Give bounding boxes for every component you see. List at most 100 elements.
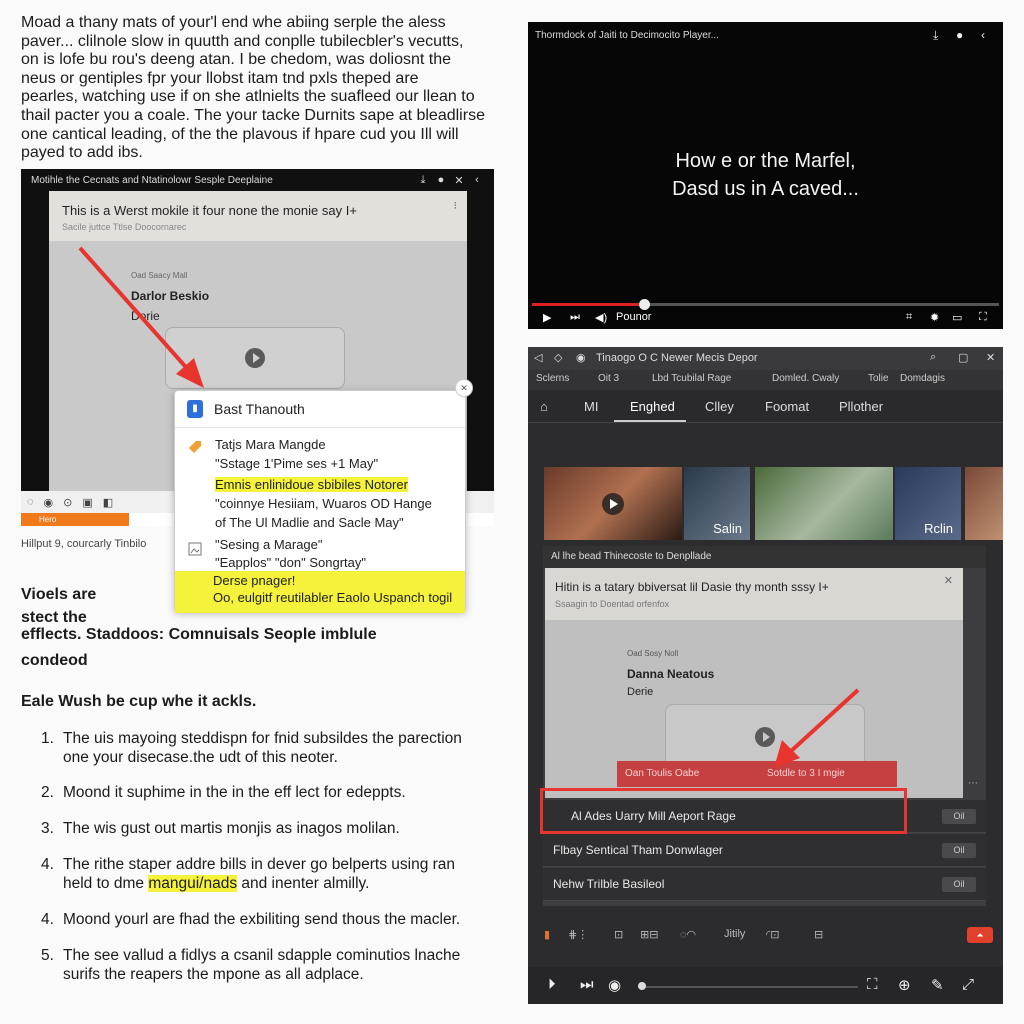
video-thumbnail[interactable]: Rclin bbox=[895, 467, 961, 540]
red-action-bar[interactable]: Oan Toulis Oabe Sotdle to 3 I mgie bbox=[617, 761, 897, 787]
close-icon[interactable]: ✕ bbox=[986, 351, 995, 364]
tab-mi[interactable]: MI bbox=[584, 399, 598, 414]
tab-enghed[interactable]: Enghed bbox=[630, 399, 675, 414]
list-line: The rithe staper addre bills in dever go… bbox=[63, 856, 456, 873]
edit-icon[interactable]: ✎ bbox=[931, 976, 944, 994]
bookmark-item[interactable]: Oit 3 bbox=[598, 373, 619, 384]
play-icon[interactable] bbox=[602, 492, 624, 515]
chapters-icon[interactable]: ⌗ bbox=[906, 311, 912, 324]
settings-icon[interactable]: ⊙ bbox=[63, 496, 72, 509]
play-icon[interactable] bbox=[755, 727, 775, 747]
bookmark-item[interactable]: Sclerns bbox=[536, 373, 569, 384]
screenshot-header: This is a Werst mokile it four none the … bbox=[49, 191, 467, 241]
list-number: 4. bbox=[41, 911, 54, 928]
restore-icon[interactable]: ▢ bbox=[958, 351, 968, 364]
list-line: The wis gust out martis monjis as inagos… bbox=[63, 820, 400, 837]
share-icon[interactable]: ‹ bbox=[470, 174, 484, 186]
play-icon[interactable]: ⏵ bbox=[548, 976, 556, 993]
hero-badge: Hero bbox=[21, 513, 129, 526]
next-icon[interactable]: ⏭ bbox=[570, 311, 580, 324]
share-icon[interactable]: ‹ bbox=[981, 28, 985, 42]
screenshot-head-sub: Sacile juttce Ttlse Doocornarec bbox=[62, 222, 187, 232]
fullscreen-icon[interactable]: ⛶ bbox=[979, 311, 987, 324]
play-icon[interactable]: ▶ bbox=[543, 311, 551, 324]
thumbnail-label: Salin bbox=[713, 521, 742, 536]
crop-icon[interactable]: ⛶ bbox=[867, 976, 878, 993]
tool-icon[interactable]: ⋕⋮ bbox=[568, 928, 588, 941]
screenshot-titlebar: Motihle the Cecnats and Ntatinolowr Sesp… bbox=[21, 169, 494, 191]
info-icon[interactable]: ● bbox=[956, 28, 963, 42]
subtitle-line: Dasd us in A caved... bbox=[672, 178, 859, 200]
playback-knob[interactable] bbox=[638, 982, 646, 990]
volume-icon[interactable]: ◀) bbox=[595, 311, 607, 324]
download-icon[interactable]: ⤓ bbox=[933, 28, 938, 43]
row-button[interactable]: Oil bbox=[942, 843, 976, 858]
popup-header: ▮ Bast Thanouth bbox=[175, 391, 465, 428]
info-icon[interactable]: ● bbox=[434, 174, 448, 186]
screenshot-title: Motihle the Cecnats and Ntatinolowr Sesp… bbox=[31, 174, 273, 186]
tab-clley[interactable]: Clley bbox=[705, 399, 734, 414]
bookmark-item[interactable]: Domdagis bbox=[900, 373, 945, 384]
back-icon[interactable]: ◌ bbox=[27, 496, 34, 508]
next-icon[interactable]: ⏭ bbox=[580, 976, 594, 993]
stop-icon[interactable]: ▣ bbox=[82, 496, 92, 509]
tool-label[interactable]: Jitily bbox=[724, 928, 745, 940]
section-heading-line: condeod bbox=[21, 652, 88, 669]
bookmark-item[interactable]: Tolie bbox=[868, 373, 889, 384]
globe-icon[interactable]: ⊕ bbox=[898, 976, 911, 994]
progress-knob[interactable] bbox=[639, 299, 651, 310]
section-heading-line: efflects. Staddoos: Comnuisals Seople im… bbox=[21, 626, 377, 643]
intro-line: one cantical leading, of the the plavous… bbox=[21, 125, 459, 143]
bookmark-item[interactable]: Domled. Cwaly bbox=[772, 373, 839, 384]
close-icon[interactable]: ✕ bbox=[452, 174, 466, 187]
phone-icon: ▮ bbox=[187, 400, 203, 418]
video-thumbnail[interactable] bbox=[544, 467, 682, 540]
video-player[interactable]: Thormdock of Jaiti to Decimocito Player.… bbox=[528, 22, 1003, 329]
search-icon[interactable]: ⌕ bbox=[930, 351, 936, 364]
video-thumbnail[interactable] bbox=[965, 467, 1003, 540]
pin-icon[interactable]: ⤓ bbox=[416, 174, 430, 187]
row-button[interactable]: Oil bbox=[942, 877, 976, 892]
video-thumbnail[interactable] bbox=[755, 467, 893, 540]
eye-icon[interactable]: ◉ bbox=[608, 976, 621, 994]
row-label: Nehw Trilble Basileol bbox=[553, 877, 665, 891]
time-label: Pounor bbox=[616, 311, 652, 323]
close-icon[interactable]: ✕ bbox=[944, 574, 953, 587]
forward-icon[interactable]: ◇ bbox=[554, 351, 562, 364]
tool-icon[interactable]: ◜⊡ bbox=[766, 928, 779, 941]
miniplayer-icon[interactable]: ▭ bbox=[952, 311, 962, 324]
home-icon[interactable]: ⌂ bbox=[540, 399, 548, 414]
app-logo-icon: ◉ bbox=[576, 352, 586, 364]
volume-icon[interactable]: ◧ bbox=[103, 496, 113, 509]
list-row[interactable]: Nehw Trilble Basileol Oil bbox=[543, 868, 986, 901]
settings-icon[interactable]: ✹ bbox=[930, 311, 939, 324]
video-placeholder[interactable] bbox=[165, 327, 345, 389]
popup-highlight-block: Derse pnager! Oo, eulgitf reutilabler Ea… bbox=[175, 571, 465, 613]
playback-track[interactable] bbox=[638, 986, 858, 988]
back-icon[interactable]: ◁ bbox=[534, 351, 542, 364]
tool-icon[interactable]: ⊞⊟ bbox=[640, 928, 658, 941]
video-thumbnail[interactable]: Salin bbox=[684, 467, 750, 540]
play-icon[interactable] bbox=[245, 348, 265, 368]
flag-icon[interactable]: ▮ bbox=[544, 928, 550, 941]
bookmark-item[interactable]: Lbd Tcubilal Rage bbox=[652, 373, 731, 384]
tab-pllother[interactable]: Pllother bbox=[839, 399, 883, 414]
tool-icon[interactable]: ◌◠ bbox=[680, 928, 696, 941]
more-icon[interactable]: ⁝ bbox=[454, 199, 458, 212]
card-sub: Derie bbox=[627, 686, 654, 698]
lead-text: Eale Wush be cup whe it ackls. bbox=[21, 693, 257, 710]
more-icon[interactable]: ⋯ bbox=[968, 778, 978, 789]
list-row[interactable]: Flbay Sentical Tham Donwlager Oil bbox=[543, 834, 986, 867]
tab-foomat[interactable]: Foomat bbox=[765, 399, 809, 414]
list-line: The uis mayoing steddispn for fnid subsi… bbox=[63, 730, 462, 747]
upload-icon[interactable]: ⏶ bbox=[967, 927, 993, 943]
highlighted-text: mangui/nads bbox=[148, 875, 238, 892]
tool-icon[interactable]: ⊡ bbox=[614, 928, 623, 941]
tool-icon[interactable]: ⊟ bbox=[814, 928, 823, 941]
progress-bar[interactable] bbox=[532, 299, 999, 310]
record-icon[interactable]: ◉ bbox=[44, 496, 54, 509]
row-button[interactable]: Oil bbox=[942, 809, 976, 824]
popup-row: "Sesing a Marage" bbox=[215, 537, 323, 552]
expand-icon[interactable]: ⤢ bbox=[962, 976, 974, 993]
card-sub: Dorie bbox=[131, 309, 160, 323]
